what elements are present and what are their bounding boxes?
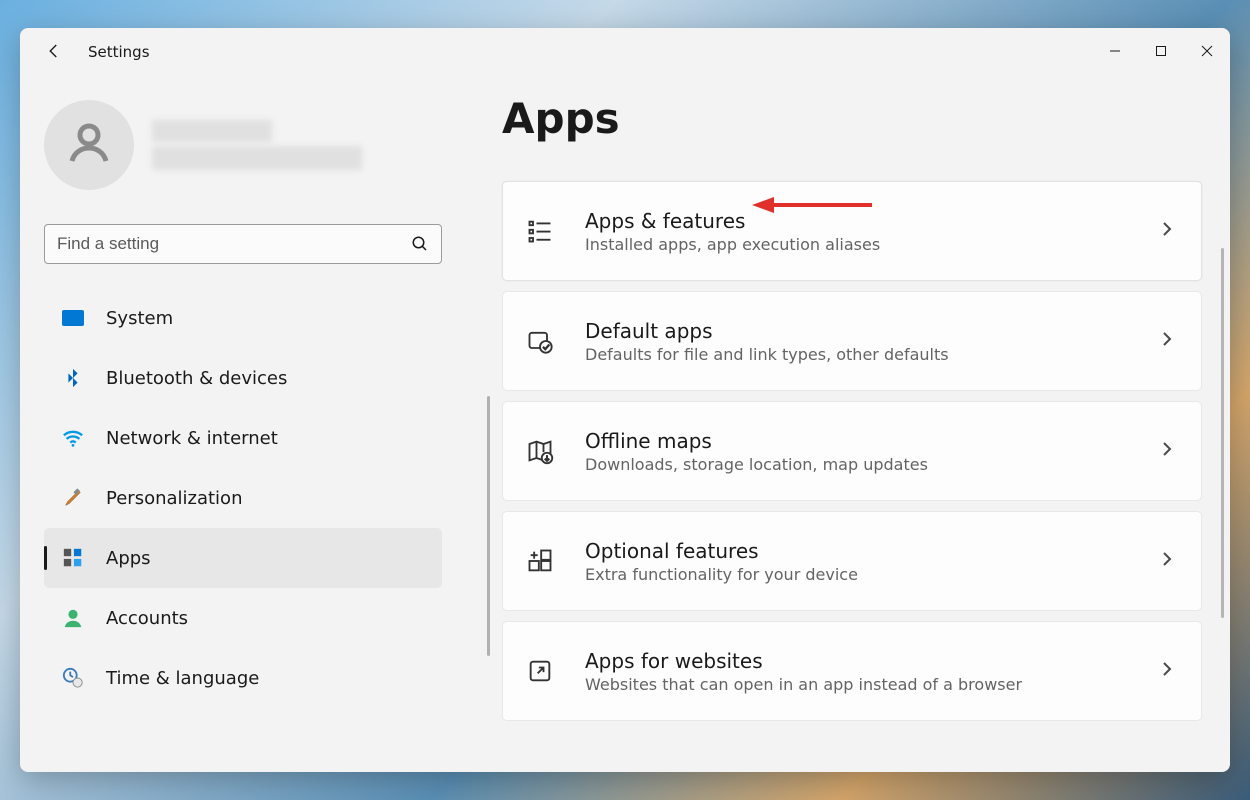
back-arrow-icon (45, 42, 63, 63)
wifi-icon (62, 429, 84, 447)
card-text: Optional features Extra functionality fo… (585, 539, 1129, 584)
close-button[interactable] (1184, 28, 1230, 76)
title-bar: Settings (20, 28, 1230, 76)
content-area: System Bluetooth & devices Network & int… (20, 76, 1230, 772)
map-download-icon (525, 436, 555, 466)
sidebar-item-label: Accounts (106, 608, 188, 629)
settings-list: Apps & features Installed apps, app exec… (502, 181, 1202, 721)
close-icon (1201, 45, 1213, 60)
sidebar-item-apps[interactable]: Apps (44, 528, 442, 588)
chevron-right-icon (1159, 441, 1179, 461)
optional-features-item[interactable]: Optional features Extra functionality fo… (502, 511, 1202, 611)
card-text: Apps & features Installed apps, app exec… (585, 209, 1129, 254)
back-button[interactable] (34, 32, 74, 72)
sidebar-item-label: Bluetooth & devices (106, 368, 287, 389)
apps-for-websites-item[interactable]: Apps for websites Websites that can open… (502, 621, 1202, 721)
minimize-icon (1109, 45, 1121, 60)
sidebar-item-label: Network & internet (106, 428, 278, 449)
default-apps-item[interactable]: Default apps Defaults for file and link … (502, 291, 1202, 391)
settings-window: Settings (20, 28, 1230, 772)
chevron-right-icon (1159, 331, 1179, 351)
page-title: Apps (502, 94, 1202, 143)
account-name-redacted (152, 120, 272, 142)
sidebar-item-network[interactable]: Network & internet (44, 408, 442, 468)
sidebar-item-bluetooth[interactable]: Bluetooth & devices (44, 348, 442, 408)
apps-features-item[interactable]: Apps & features Installed apps, app exec… (502, 181, 1202, 281)
card-title: Default apps (585, 319, 1129, 343)
profile-block[interactable] (44, 100, 466, 190)
chevron-right-icon (1159, 221, 1179, 241)
sidebar-item-time-language[interactable]: Time & language (44, 648, 442, 708)
card-title: Offline maps (585, 429, 1129, 453)
minimize-button[interactable] (1092, 28, 1138, 76)
bluetooth-icon (62, 367, 84, 389)
sidebar-item-system[interactable]: System (44, 288, 442, 348)
account-email-redacted (152, 146, 362, 170)
search-input[interactable] (57, 234, 399, 254)
card-title: Optional features (585, 539, 1129, 563)
chevron-right-icon (1159, 661, 1179, 681)
chevron-right-icon (1159, 551, 1179, 571)
sidebar: System Bluetooth & devices Network & int… (20, 76, 490, 772)
main-scrollbar[interactable] (1221, 248, 1224, 618)
paintbrush-icon (62, 487, 84, 509)
nav-list: System Bluetooth & devices Network & int… (44, 288, 442, 708)
card-text: Offline maps Downloads, storage location… (585, 429, 1129, 474)
person-icon (65, 119, 113, 171)
open-external-icon (525, 656, 555, 686)
apps-icon (62, 547, 84, 569)
card-subtitle: Defaults for file and link types, other … (585, 345, 1129, 364)
maximize-button[interactable] (1138, 28, 1184, 76)
search-icon (411, 235, 429, 257)
optional-features-icon (525, 546, 555, 576)
sidebar-item-label: System (106, 308, 173, 329)
card-subtitle: Installed apps, app execution aliases (585, 235, 1129, 254)
default-apps-icon (525, 326, 555, 356)
profile-text (152, 120, 362, 170)
card-text: Apps for websites Websites that can open… (585, 649, 1129, 694)
card-subtitle: Extra functionality for your device (585, 565, 1129, 584)
monitor-icon (62, 307, 84, 329)
sidebar-item-label: Apps (106, 548, 151, 569)
sidebar-item-label: Time & language (106, 668, 259, 689)
account-icon (62, 607, 84, 629)
card-title: Apps & features (585, 209, 1129, 233)
search-field[interactable] (44, 224, 442, 264)
card-title: Apps for websites (585, 649, 1129, 673)
app-title: Settings (88, 43, 150, 61)
maximize-icon (1155, 45, 1167, 60)
sidebar-item-label: Personalization (106, 488, 242, 509)
main-panel: Apps Apps & features Installed apps, app… (490, 76, 1230, 772)
sidebar-item-accounts[interactable]: Accounts (44, 588, 442, 648)
card-subtitle: Websites that can open in an app instead… (585, 675, 1129, 694)
card-subtitle: Downloads, storage location, map updates (585, 455, 1129, 474)
avatar (44, 100, 134, 190)
sidebar-item-personalization[interactable]: Personalization (44, 468, 442, 528)
offline-maps-item[interactable]: Offline maps Downloads, storage location… (502, 401, 1202, 501)
list-icon (525, 216, 555, 246)
window-controls (1092, 28, 1230, 76)
card-text: Default apps Defaults for file and link … (585, 319, 1129, 364)
clock-globe-icon (62, 667, 84, 689)
